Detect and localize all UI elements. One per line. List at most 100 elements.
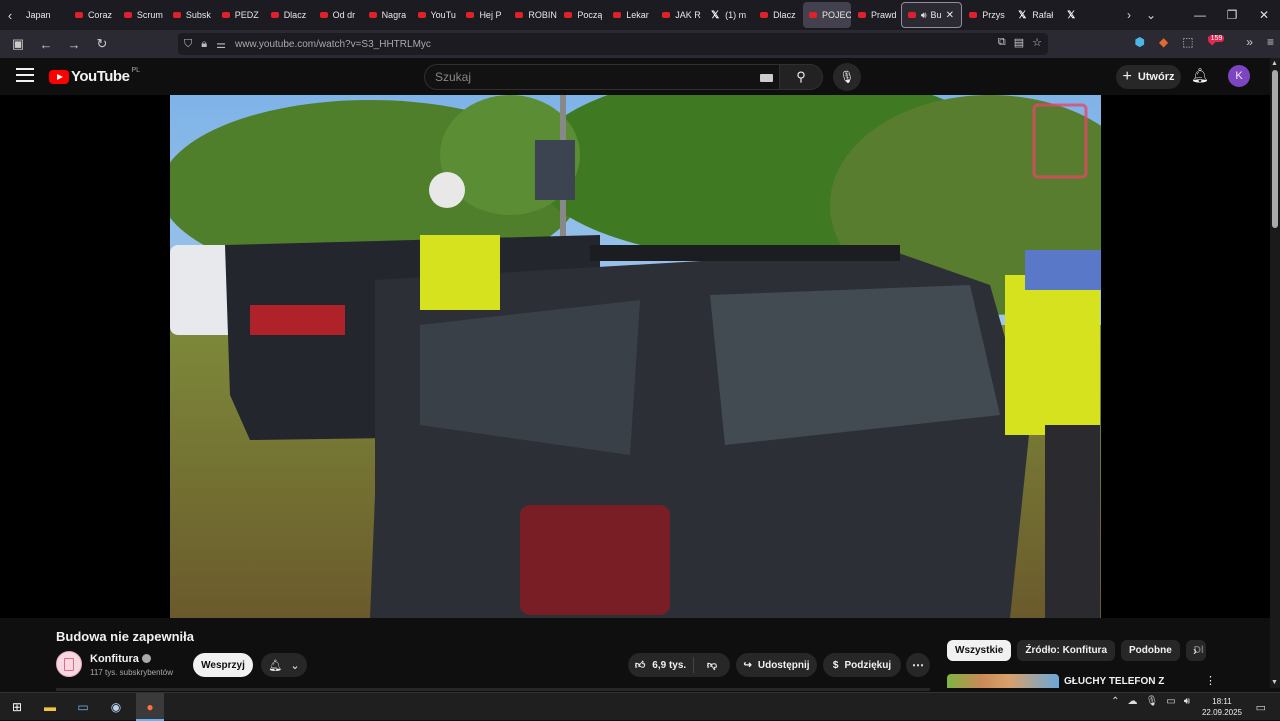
youtube-favicon-icon bbox=[466, 12, 475, 18]
lock-icon[interactable]: 🔒︎ bbox=[201, 38, 207, 51]
onedrive-icon[interactable]: ☁ bbox=[1128, 696, 1138, 707]
browser-tab[interactable]: Prawd bbox=[852, 2, 900, 28]
search-input[interactable] bbox=[435, 70, 735, 84]
close-window-icon[interactable]: ✕ bbox=[1248, 0, 1280, 30]
tray-chevron-icon[interactable]: ⌃ bbox=[1111, 696, 1119, 707]
browser-tab[interactable]: Hej P bbox=[460, 2, 508, 28]
url-text[interactable]: www.youtube.com/watch?v=S3_HHTRLMyc bbox=[235, 39, 431, 50]
scroll-down-icon[interactable]: ▼ bbox=[1271, 679, 1278, 686]
firefox-icon[interactable]: ● bbox=[141, 698, 159, 716]
youtube-favicon-icon bbox=[417, 12, 426, 18]
browser-tab[interactable]: 🔊︎ Bu ✕ bbox=[900, 2, 963, 28]
browser-tab[interactable]: YouTu bbox=[412, 2, 460, 28]
channel-name[interactable]: Konfitura bbox=[90, 653, 139, 665]
volume-icon[interactable]: 🔊︎ bbox=[1184, 696, 1190, 707]
subscription-bell-button[interactable]: 🔔︎ ⌄ bbox=[261, 653, 307, 677]
fox-extension-icon[interactable]: ◆ bbox=[1159, 35, 1168, 49]
create-button[interactable]: + Utwórz bbox=[1116, 65, 1181, 89]
rec-video-menu-icon[interactable]: ⋮ bbox=[1205, 674, 1216, 687]
url-bar[interactable]: ⛉ 🔒︎ ⚌ www.youtube.com/watch?v=S3_HHTRLM… bbox=[178, 33, 1048, 55]
remote-desktop-icon[interactable]: ▭ bbox=[74, 698, 92, 716]
search-button[interactable]: ⚲ bbox=[780, 64, 823, 90]
chip-source[interactable]: Źródło: Konfitura bbox=[1017, 640, 1116, 661]
tab-list-chevron-icon[interactable]: ⌄ bbox=[1140, 0, 1162, 30]
notification-center-icon[interactable]: ▭ bbox=[1256, 701, 1266, 714]
browser-tab[interactable]: PEDZ bbox=[216, 2, 264, 28]
menu-hamburger-icon[interactable]: ≡ bbox=[1267, 35, 1274, 49]
windows-start-icon[interactable]: ⊞ bbox=[8, 698, 26, 716]
chip-similar[interactable]: Podobne bbox=[1121, 640, 1180, 661]
browser-tab[interactable]: Lekar bbox=[607, 2, 655, 28]
restore-icon[interactable]: ❐ bbox=[1216, 0, 1248, 30]
browser-tab[interactable]: Począ bbox=[558, 2, 606, 28]
youtube-favicon-icon bbox=[857, 12, 866, 18]
browser-tab[interactable]: Subsk bbox=[167, 2, 215, 28]
browser-tab[interactable]: 𝕏 Rafał bbox=[1012, 2, 1060, 28]
page-scrollbar[interactable]: ▲ ▼ bbox=[1270, 58, 1280, 688]
browser-tab[interactable]: Coraz bbox=[69, 2, 117, 28]
video-player[interactable] bbox=[170, 95, 1101, 618]
chips-next-icon[interactable]: › bbox=[1193, 644, 1197, 658]
search-box[interactable] bbox=[424, 64, 780, 90]
network-icon[interactable]: ▭ bbox=[1166, 696, 1175, 707]
browser-tab[interactable]: 𝕏 (1) m bbox=[705, 2, 753, 28]
chip-all[interactable]: Wszystkie bbox=[947, 640, 1012, 661]
picture-in-picture-icon[interactable]: ⧉ bbox=[998, 36, 1006, 49]
close-tab-icon[interactable]: ✕ bbox=[946, 10, 954, 21]
rec-video-thumbnail[interactable] bbox=[947, 674, 1059, 688]
reader-mode-icon[interactable]: ▤ bbox=[1014, 36, 1024, 49]
browser-tab[interactable]: Dlacz bbox=[754, 2, 802, 28]
bookmark-star-icon[interactable]: ☆ bbox=[1032, 36, 1042, 49]
keyboard-icon[interactable] bbox=[760, 74, 773, 82]
browser-tab[interactable]: Nagra bbox=[363, 2, 411, 28]
channel-avatar[interactable] bbox=[56, 651, 82, 677]
browser-tab[interactable]: Od dr bbox=[314, 2, 362, 28]
support-button[interactable]: Wesprzyj bbox=[193, 653, 253, 677]
browser-tab-label: Dlacz bbox=[283, 10, 307, 20]
back-icon[interactable]: ← bbox=[34, 32, 58, 56]
permissions-icon[interactable]: ⚌ bbox=[216, 38, 226, 51]
account-avatar[interactable]: K bbox=[1228, 65, 1250, 87]
browser-tab[interactable]: Japan bbox=[20, 2, 68, 28]
channel-name-row[interactable]: Konfitura bbox=[90, 653, 151, 665]
adblock-extension-icon[interactable]: ⛊159 bbox=[1208, 34, 1233, 49]
share-button[interactable]: ↪ Udostępnij bbox=[736, 653, 817, 677]
rec-video-title[interactable]: GŁUCHY TELEFON Z WYZWANIAMI 2 bbox=[1064, 675, 1184, 688]
voice-search-button[interactable]: 🎙︎ bbox=[833, 63, 861, 91]
youtube-logo[interactable]: YouTube PL bbox=[49, 67, 140, 85]
notifications-bell-icon[interactable]: 🔔︎ bbox=[1191, 67, 1209, 84]
browser-tab[interactable]: Dlacz bbox=[265, 2, 313, 28]
forward-icon[interactable]: → bbox=[62, 32, 86, 56]
scrollbar-thumb[interactable] bbox=[1272, 70, 1278, 228]
browser-tab[interactable]: Scrum bbox=[118, 2, 166, 28]
youtube-header: YouTube PL ⚲ 🎙︎ + Utwórz 🔔︎ K bbox=[0, 58, 1270, 95]
steam-icon[interactable]: ◉ bbox=[107, 698, 125, 716]
tab-scroll-right-icon[interactable]: › bbox=[1118, 0, 1140, 30]
reload-icon[interactable]: ↻ bbox=[90, 32, 114, 56]
scroll-up-icon[interactable]: ▲ bbox=[1271, 60, 1278, 67]
guide-menu-icon[interactable] bbox=[16, 68, 34, 86]
clock-time: 18:11 bbox=[1212, 697, 1232, 706]
extensions-puzzle-icon[interactable]: ⬚ bbox=[1182, 35, 1193, 49]
file-explorer-icon[interactable]: ▬ bbox=[41, 698, 59, 716]
more-actions-button[interactable]: ⋯ bbox=[906, 653, 930, 677]
browser-tab-label: PEDZ bbox=[234, 10, 259, 20]
browser-tab[interactable]: POJEC bbox=[803, 2, 852, 28]
tab-scroll-left-icon[interactable]: ‹ bbox=[0, 0, 20, 30]
overflow-chevron-icon[interactable]: » bbox=[1246, 35, 1253, 49]
clock[interactable]: 18:11 22.09.2025 bbox=[1202, 696, 1242, 718]
browser-tab[interactable]: ROBIN bbox=[509, 2, 557, 28]
browser-tab[interactable]: 𝕏 bbox=[1061, 2, 1109, 28]
like-button[interactable]: 👍︎ 6,9 tys. bbox=[628, 657, 694, 673]
shield-icon[interactable]: ⛉ bbox=[184, 38, 192, 51]
minimize-icon[interactable]: — bbox=[1184, 0, 1216, 30]
sidebar-toggle-icon[interactable]: ▣ bbox=[6, 32, 30, 56]
vpn-extension-icon[interactable]: ⬢ bbox=[1135, 35, 1145, 49]
thanks-button[interactable]: $ Podziękuj bbox=[823, 653, 901, 677]
dislike-button[interactable]: 👎︎ bbox=[694, 659, 730, 671]
browser-tab[interactable]: Przys bbox=[963, 2, 1011, 28]
microphone-tray-icon[interactable]: 🎙︎ bbox=[1146, 696, 1159, 707]
youtube-favicon-icon bbox=[613, 12, 622, 18]
speaker-icon[interactable]: 🔊︎ bbox=[921, 10, 927, 21]
browser-tab[interactable]: JAK R bbox=[656, 2, 704, 28]
